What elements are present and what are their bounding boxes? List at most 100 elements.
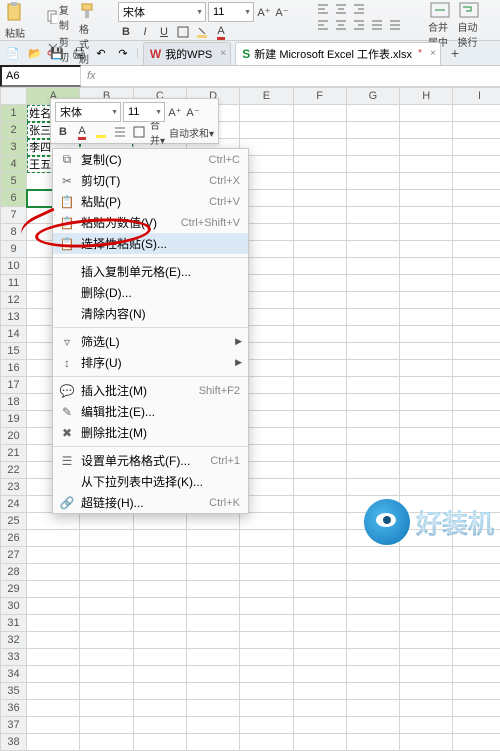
cell[interactable] bbox=[346, 615, 399, 632]
cell[interactable] bbox=[453, 700, 500, 717]
cell[interactable] bbox=[293, 411, 346, 428]
cell[interactable] bbox=[453, 343, 500, 360]
cell[interactable] bbox=[80, 581, 133, 598]
cell[interactable] bbox=[346, 649, 399, 666]
cell[interactable] bbox=[27, 734, 80, 751]
cell[interactable] bbox=[346, 343, 399, 360]
row-header[interactable]: 1 bbox=[1, 105, 27, 122]
cell[interactable] bbox=[346, 207, 399, 224]
align-mid-icon[interactable] bbox=[333, 2, 349, 16]
row-header[interactable]: 16 bbox=[1, 360, 27, 377]
cell[interactable] bbox=[240, 666, 293, 683]
row-header[interactable]: 13 bbox=[1, 309, 27, 326]
copy-button[interactable]: 复制 bbox=[47, 2, 73, 32]
cell[interactable] bbox=[400, 258, 453, 275]
cell[interactable] bbox=[27, 649, 80, 666]
mini-font-size[interactable]: 11 bbox=[123, 102, 165, 122]
menu-item[interactable]: ⧉复制(C)Ctrl+C bbox=[53, 149, 248, 170]
cell[interactable] bbox=[400, 411, 453, 428]
cell[interactable] bbox=[293, 343, 346, 360]
cell[interactable] bbox=[293, 734, 346, 751]
cell[interactable] bbox=[80, 513, 133, 530]
cell[interactable] bbox=[453, 632, 500, 649]
cell[interactable] bbox=[453, 207, 500, 224]
menu-item[interactable]: 插入复制单元格(E)... bbox=[53, 261, 248, 282]
cell[interactable] bbox=[346, 377, 399, 394]
cell[interactable] bbox=[186, 530, 239, 547]
cell[interactable] bbox=[346, 139, 399, 156]
cell[interactable] bbox=[346, 275, 399, 292]
cell[interactable] bbox=[400, 207, 453, 224]
cell[interactable] bbox=[453, 615, 500, 632]
cell[interactable] bbox=[400, 173, 453, 190]
cell[interactable] bbox=[453, 649, 500, 666]
cell[interactable] bbox=[80, 632, 133, 649]
cell[interactable] bbox=[240, 734, 293, 751]
cell[interactable] bbox=[346, 632, 399, 649]
cell[interactable] bbox=[80, 530, 133, 547]
menu-item[interactable]: ✂剪切(T)Ctrl+X bbox=[53, 170, 248, 191]
row-header[interactable]: 14 bbox=[1, 326, 27, 343]
cell[interactable] bbox=[133, 547, 186, 564]
cell[interactable] bbox=[27, 530, 80, 547]
cell[interactable] bbox=[453, 292, 500, 309]
cell[interactable] bbox=[186, 513, 239, 530]
cell[interactable] bbox=[80, 700, 133, 717]
row-header[interactable]: 9 bbox=[1, 241, 27, 258]
mini-autosum[interactable]: 自动求和▾ bbox=[169, 124, 214, 140]
cell[interactable] bbox=[453, 666, 500, 683]
row-header[interactable]: 5 bbox=[1, 173, 27, 190]
cell[interactable] bbox=[186, 547, 239, 564]
cell[interactable] bbox=[293, 496, 346, 513]
cell[interactable] bbox=[27, 598, 80, 615]
wrap-button[interactable]: 自动换行 bbox=[458, 2, 482, 49]
menu-item[interactable]: ↕排序(U)▶ bbox=[53, 352, 248, 373]
cell[interactable] bbox=[453, 190, 500, 207]
cell[interactable] bbox=[400, 666, 453, 683]
cell[interactable] bbox=[453, 717, 500, 734]
menu-item[interactable]: ▿筛选(L)▶ bbox=[53, 331, 248, 352]
cell[interactable] bbox=[27, 547, 80, 564]
cell[interactable] bbox=[133, 717, 186, 734]
cell[interactable] bbox=[453, 326, 500, 343]
cell[interactable] bbox=[400, 105, 453, 122]
cell[interactable] bbox=[400, 683, 453, 700]
cell[interactable] bbox=[293, 241, 346, 258]
cell[interactable] bbox=[293, 207, 346, 224]
menu-item[interactable]: 📋粘贴(P)Ctrl+V bbox=[53, 191, 248, 212]
cell[interactable] bbox=[400, 462, 453, 479]
cell[interactable] bbox=[293, 394, 346, 411]
cell[interactable] bbox=[400, 377, 453, 394]
cell[interactable] bbox=[400, 479, 453, 496]
row-header[interactable]: 30 bbox=[1, 598, 27, 615]
cell[interactable] bbox=[400, 275, 453, 292]
cell[interactable] bbox=[186, 564, 239, 581]
cell[interactable] bbox=[346, 462, 399, 479]
cell[interactable] bbox=[400, 445, 453, 462]
cell[interactable] bbox=[346, 700, 399, 717]
menu-item[interactable]: ☰设置单元格格式(F)...Ctrl+1 bbox=[53, 450, 248, 471]
cell[interactable] bbox=[453, 360, 500, 377]
align-center-icon[interactable] bbox=[333, 18, 349, 32]
row-header[interactable]: 35 bbox=[1, 683, 27, 700]
cell[interactable] bbox=[400, 292, 453, 309]
cell[interactable] bbox=[400, 156, 453, 173]
cell[interactable] bbox=[400, 547, 453, 564]
cell[interactable] bbox=[453, 377, 500, 394]
cell[interactable] bbox=[293, 139, 346, 156]
cell[interactable] bbox=[453, 581, 500, 598]
menu-item[interactable]: ✎编辑批注(E)... bbox=[53, 401, 248, 422]
cell[interactable] bbox=[240, 530, 293, 547]
row-header[interactable]: 36 bbox=[1, 700, 27, 717]
cell[interactable] bbox=[293, 309, 346, 326]
cell[interactable] bbox=[293, 598, 346, 615]
cell[interactable] bbox=[27, 632, 80, 649]
cell[interactable] bbox=[453, 275, 500, 292]
row-header[interactable]: 31 bbox=[1, 615, 27, 632]
mini-align[interactable] bbox=[112, 124, 128, 140]
mini-font-name[interactable]: 宋体 bbox=[55, 102, 121, 122]
cell[interactable] bbox=[186, 598, 239, 615]
align-top-icon[interactable] bbox=[315, 2, 331, 16]
cell[interactable] bbox=[80, 649, 133, 666]
row-header[interactable]: 28 bbox=[1, 564, 27, 581]
